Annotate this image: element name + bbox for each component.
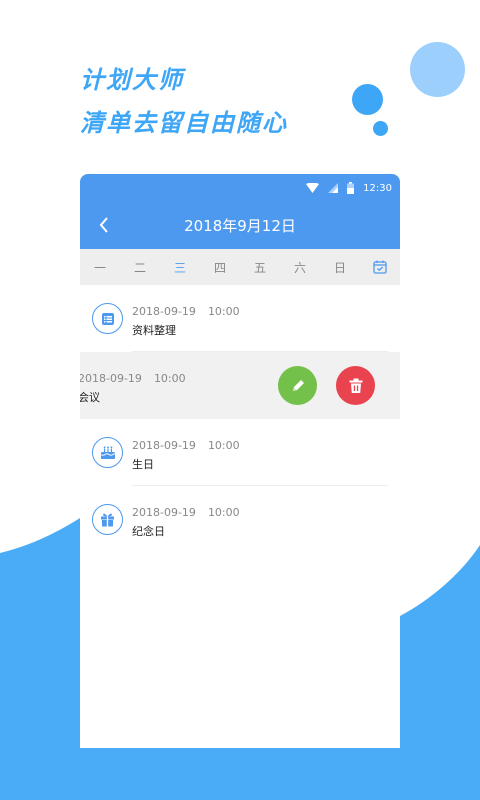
page-title: 2018年9月12日 — [184, 217, 296, 235]
list-item[interactable]: 2018-09-19 10:00 生日 — [80, 419, 400, 486]
calendar-button[interactable] — [360, 260, 400, 274]
slogan-title: 计划大师 — [80, 66, 184, 94]
decor-circle-large — [410, 42, 465, 97]
gift-icon — [92, 504, 123, 535]
status-time: 12:30 — [363, 182, 392, 194]
list-item[interactable]: 2018-09-19 10:00 纪念日 — [80, 486, 400, 553]
item-time: 10:00 — [153, 372, 186, 385]
slogan-subtitle: 清单去留自由随心 — [80, 109, 288, 137]
decor-circle-medium — [352, 84, 383, 115]
item-datetime: 2018-09-19 10:00 — [80, 372, 186, 385]
status-bar: 12:30 — [80, 174, 400, 202]
weekday-mon[interactable]: 一 — [80, 259, 120, 276]
item-date: 2018-09-19 — [80, 372, 142, 385]
item-date: 2018-09-19 — [132, 439, 196, 452]
trash-icon — [349, 378, 362, 393]
item-time: 10:00 — [207, 506, 240, 519]
decor-circle-small — [373, 121, 388, 136]
wifi-icon — [306, 183, 320, 193]
back-button[interactable] — [92, 213, 116, 237]
week-bar: 一 二 三 四 五 六 日 — [80, 249, 400, 285]
list-icon — [92, 303, 123, 334]
list-item-swiped[interactable]: 2018-09-19 10:00 会议 — [80, 352, 400, 419]
weekday-wed[interactable]: 三 — [160, 259, 200, 276]
item-date: 2018-09-19 — [132, 305, 196, 318]
weekday-sun[interactable]: 日 — [320, 259, 360, 276]
item-datetime: 2018-09-19 10:00 — [132, 506, 240, 519]
chevron-left-icon — [99, 217, 108, 233]
signal-icon — [328, 183, 339, 193]
item-title: 纪念日 — [132, 525, 165, 538]
list-item[interactable]: 2018-09-19 10:00 资料整理 — [80, 285, 400, 352]
item-time: 10:00 — [207, 439, 240, 452]
item-datetime: 2018-09-19 10:00 — [132, 305, 240, 318]
weekday-fri[interactable]: 五 — [240, 259, 280, 276]
edit-button[interactable] — [278, 366, 317, 405]
item-time: 10:00 — [207, 305, 240, 318]
battery-icon — [347, 182, 355, 194]
weekday-thu[interactable]: 四 — [200, 259, 240, 276]
item-title: 资料整理 — [132, 324, 176, 337]
edit-icon — [292, 379, 304, 391]
weekday-tue[interactable]: 二 — [120, 259, 160, 276]
item-title: 会议 — [80, 391, 100, 404]
item-date: 2018-09-19 — [132, 506, 196, 519]
item-datetime: 2018-09-19 10:00 — [132, 439, 240, 452]
phone-screen: 12:30 2018年9月12日 一 二 三 四 五 六 日 2018-09-1… — [80, 174, 400, 748]
item-title: 生日 — [132, 458, 154, 471]
calendar-check-icon — [373, 260, 387, 274]
cake-icon — [92, 437, 123, 468]
task-list: 2018-09-19 10:00 资料整理 2018-09-19 10:00 会议 — [80, 285, 400, 553]
delete-button[interactable] — [336, 366, 375, 405]
app-header: 2018年9月12日 — [80, 202, 400, 249]
weekday-sat[interactable]: 六 — [280, 259, 320, 276]
